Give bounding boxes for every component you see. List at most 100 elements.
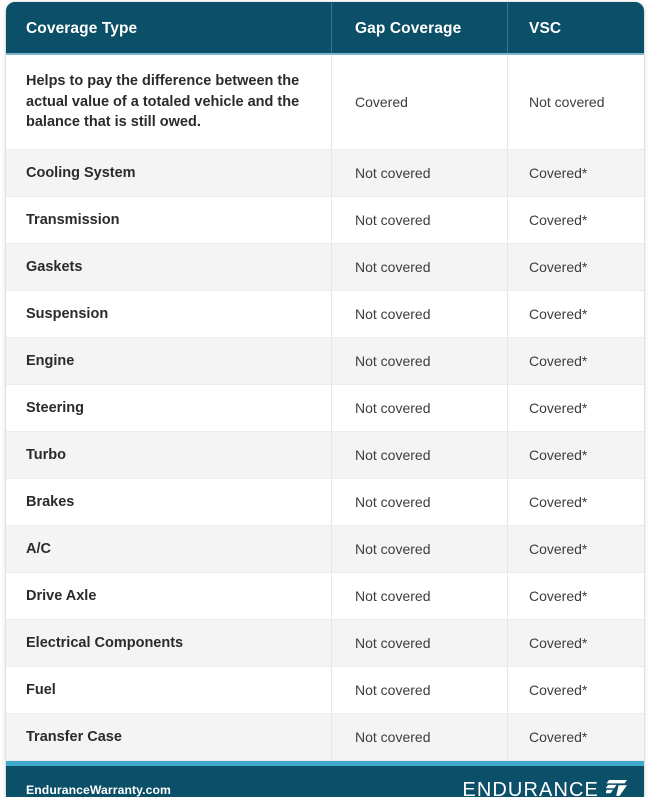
- gap-coverage-value: Not covered: [355, 729, 431, 745]
- cell-vsc: Covered*: [507, 432, 644, 478]
- cell-vsc: Covered*: [507, 291, 644, 337]
- table-row: Turbo Not covered Covered*: [6, 432, 644, 479]
- cell-coverage-type: Gaskets: [6, 244, 331, 290]
- cell-gap-coverage: Not covered: [331, 573, 507, 619]
- cell-vsc: Covered*: [507, 620, 644, 666]
- table-row: Electrical Components Not covered Covered*: [6, 620, 644, 667]
- coverage-type-label: Brakes: [26, 493, 75, 510]
- gap-coverage-value: Not covered: [355, 682, 431, 698]
- coverage-type-label: Steering: [26, 399, 85, 416]
- gap-coverage-value: Not covered: [355, 588, 431, 604]
- cell-vsc: Covered*: [507, 667, 644, 713]
- footer-website-url[interactable]: EnduranceWarranty.com: [26, 783, 171, 797]
- cell-vsc: Not covered: [507, 55, 644, 149]
- coverage-type-label: Engine: [26, 352, 75, 369]
- gap-coverage-value: Not covered: [355, 165, 431, 181]
- table-row: Transfer Case Not covered Covered*: [6, 714, 644, 761]
- cell-coverage-type: Steering: [6, 385, 331, 431]
- vsc-value: Covered*: [529, 400, 588, 416]
- cell-gap-coverage: Not covered: [331, 150, 507, 196]
- cell-gap-coverage: Not covered: [331, 479, 507, 525]
- cell-coverage-type: Brakes: [6, 479, 331, 525]
- vsc-value: Covered*: [529, 635, 588, 651]
- vsc-value: Covered*: [529, 353, 588, 369]
- cell-gap-coverage: Not covered: [331, 620, 507, 666]
- table-header-row: Coverage Type Gap Coverage VSC: [6, 2, 644, 55]
- table-row: Gaskets Not covered Covered*: [6, 244, 644, 291]
- vsc-value: Covered*: [529, 306, 588, 322]
- cell-gap-coverage: Not covered: [331, 667, 507, 713]
- cell-coverage-type: Transmission: [6, 197, 331, 243]
- gap-coverage-value: Not covered: [355, 635, 431, 651]
- cell-coverage-type: A/C: [6, 526, 331, 572]
- cell-vsc: Covered*: [507, 526, 644, 572]
- coverage-type-label: Suspension: [26, 305, 109, 322]
- coverage-type-label: Fuel: [26, 681, 56, 698]
- vsc-value: Covered*: [529, 494, 588, 510]
- cell-vsc: Covered*: [507, 385, 644, 431]
- cell-gap-coverage: Not covered: [331, 338, 507, 384]
- vsc-value: Covered*: [529, 259, 588, 275]
- table-row: Cooling System Not covered Covered*: [6, 150, 644, 197]
- cell-vsc: Covered*: [507, 244, 644, 290]
- coverage-type-label: Gaskets: [26, 258, 83, 275]
- card-footer: EnduranceWarranty.com ENDURANCE: [6, 766, 644, 797]
- table-row: Drive Axle Not covered Covered*: [6, 573, 644, 620]
- gap-coverage-value: Not covered: [355, 400, 431, 416]
- cell-coverage-type: Electrical Components: [6, 620, 331, 666]
- vsc-value: Covered*: [529, 541, 588, 557]
- table-body: Helps to pay the difference between the …: [6, 55, 644, 761]
- cell-vsc: Covered*: [507, 714, 644, 760]
- cell-coverage-type: Cooling System: [6, 150, 331, 196]
- gap-coverage-value: Not covered: [355, 259, 431, 275]
- table-row: Transmission Not covered Covered*: [6, 197, 644, 244]
- column-header-coverage-type: Coverage Type: [26, 19, 138, 37]
- gap-coverage-value: Not covered: [355, 306, 431, 322]
- cell-coverage-type: Suspension: [6, 291, 331, 337]
- cell-gap-coverage: Not covered: [331, 526, 507, 572]
- coverage-type-label: Helps to pay the difference between the …: [26, 73, 300, 131]
- vsc-value: Covered*: [529, 729, 588, 745]
- coverage-type-label: A/C: [26, 540, 51, 557]
- column-header-gap-coverage: Gap Coverage: [331, 3, 507, 54]
- table-row: Helps to pay the difference between the …: [6, 55, 644, 150]
- cell-vsc: Covered*: [507, 197, 644, 243]
- gap-coverage-value: Covered: [355, 94, 408, 110]
- cell-gap-coverage: Not covered: [331, 291, 507, 337]
- gap-coverage-value: Not covered: [355, 541, 431, 557]
- cell-coverage-type: Drive Axle: [6, 573, 331, 619]
- gap-coverage-value: Not covered: [355, 447, 431, 463]
- coverage-type-label: Drive Axle: [26, 587, 97, 604]
- logo-wordmark: ENDURANCE: [462, 778, 599, 797]
- coverage-type-label: Transmission: [26, 211, 120, 228]
- table-row: A/C Not covered Covered*: [6, 526, 644, 573]
- table-row: Brakes Not covered Covered*: [6, 479, 644, 526]
- coverage-comparison-card: Coverage Type Gap Coverage VSC Helps to …: [6, 2, 644, 797]
- cell-coverage-type: Turbo: [6, 432, 331, 478]
- coverage-type-label: Electrical Components: [26, 634, 184, 651]
- gap-coverage-value: Not covered: [355, 494, 431, 510]
- cell-vsc: Covered*: [507, 479, 644, 525]
- vsc-value: Covered*: [529, 212, 588, 228]
- table-row: Suspension Not covered Covered*: [6, 291, 644, 338]
- cell-coverage-type: Helps to pay the difference between the …: [6, 55, 331, 149]
- cell-gap-coverage: Not covered: [331, 197, 507, 243]
- coverage-type-label: Turbo: [26, 446, 66, 463]
- cell-gap-coverage: Not covered: [331, 385, 507, 431]
- cell-vsc: Covered*: [507, 150, 644, 196]
- cell-gap-coverage: Covered: [331, 55, 507, 149]
- column-header-vsc: VSC: [507, 3, 644, 54]
- cell-coverage-type: Engine: [6, 338, 331, 384]
- table-row: Fuel Not covered Covered*: [6, 667, 644, 714]
- endurance-logo: ENDURANCE: [462, 779, 628, 797]
- cell-gap-coverage: Not covered: [331, 244, 507, 290]
- cell-coverage-type: Transfer Case: [6, 714, 331, 760]
- gap-coverage-value: Not covered: [355, 353, 431, 369]
- coverage-type-label: Transfer Case: [26, 728, 122, 745]
- cell-vsc: Covered*: [507, 573, 644, 619]
- cell-coverage-type: Fuel: [6, 667, 331, 713]
- vsc-value: Covered*: [529, 588, 588, 604]
- vsc-value: Not covered: [529, 94, 605, 110]
- cell-gap-coverage: Not covered: [331, 714, 507, 760]
- vsc-value: Covered*: [529, 447, 588, 463]
